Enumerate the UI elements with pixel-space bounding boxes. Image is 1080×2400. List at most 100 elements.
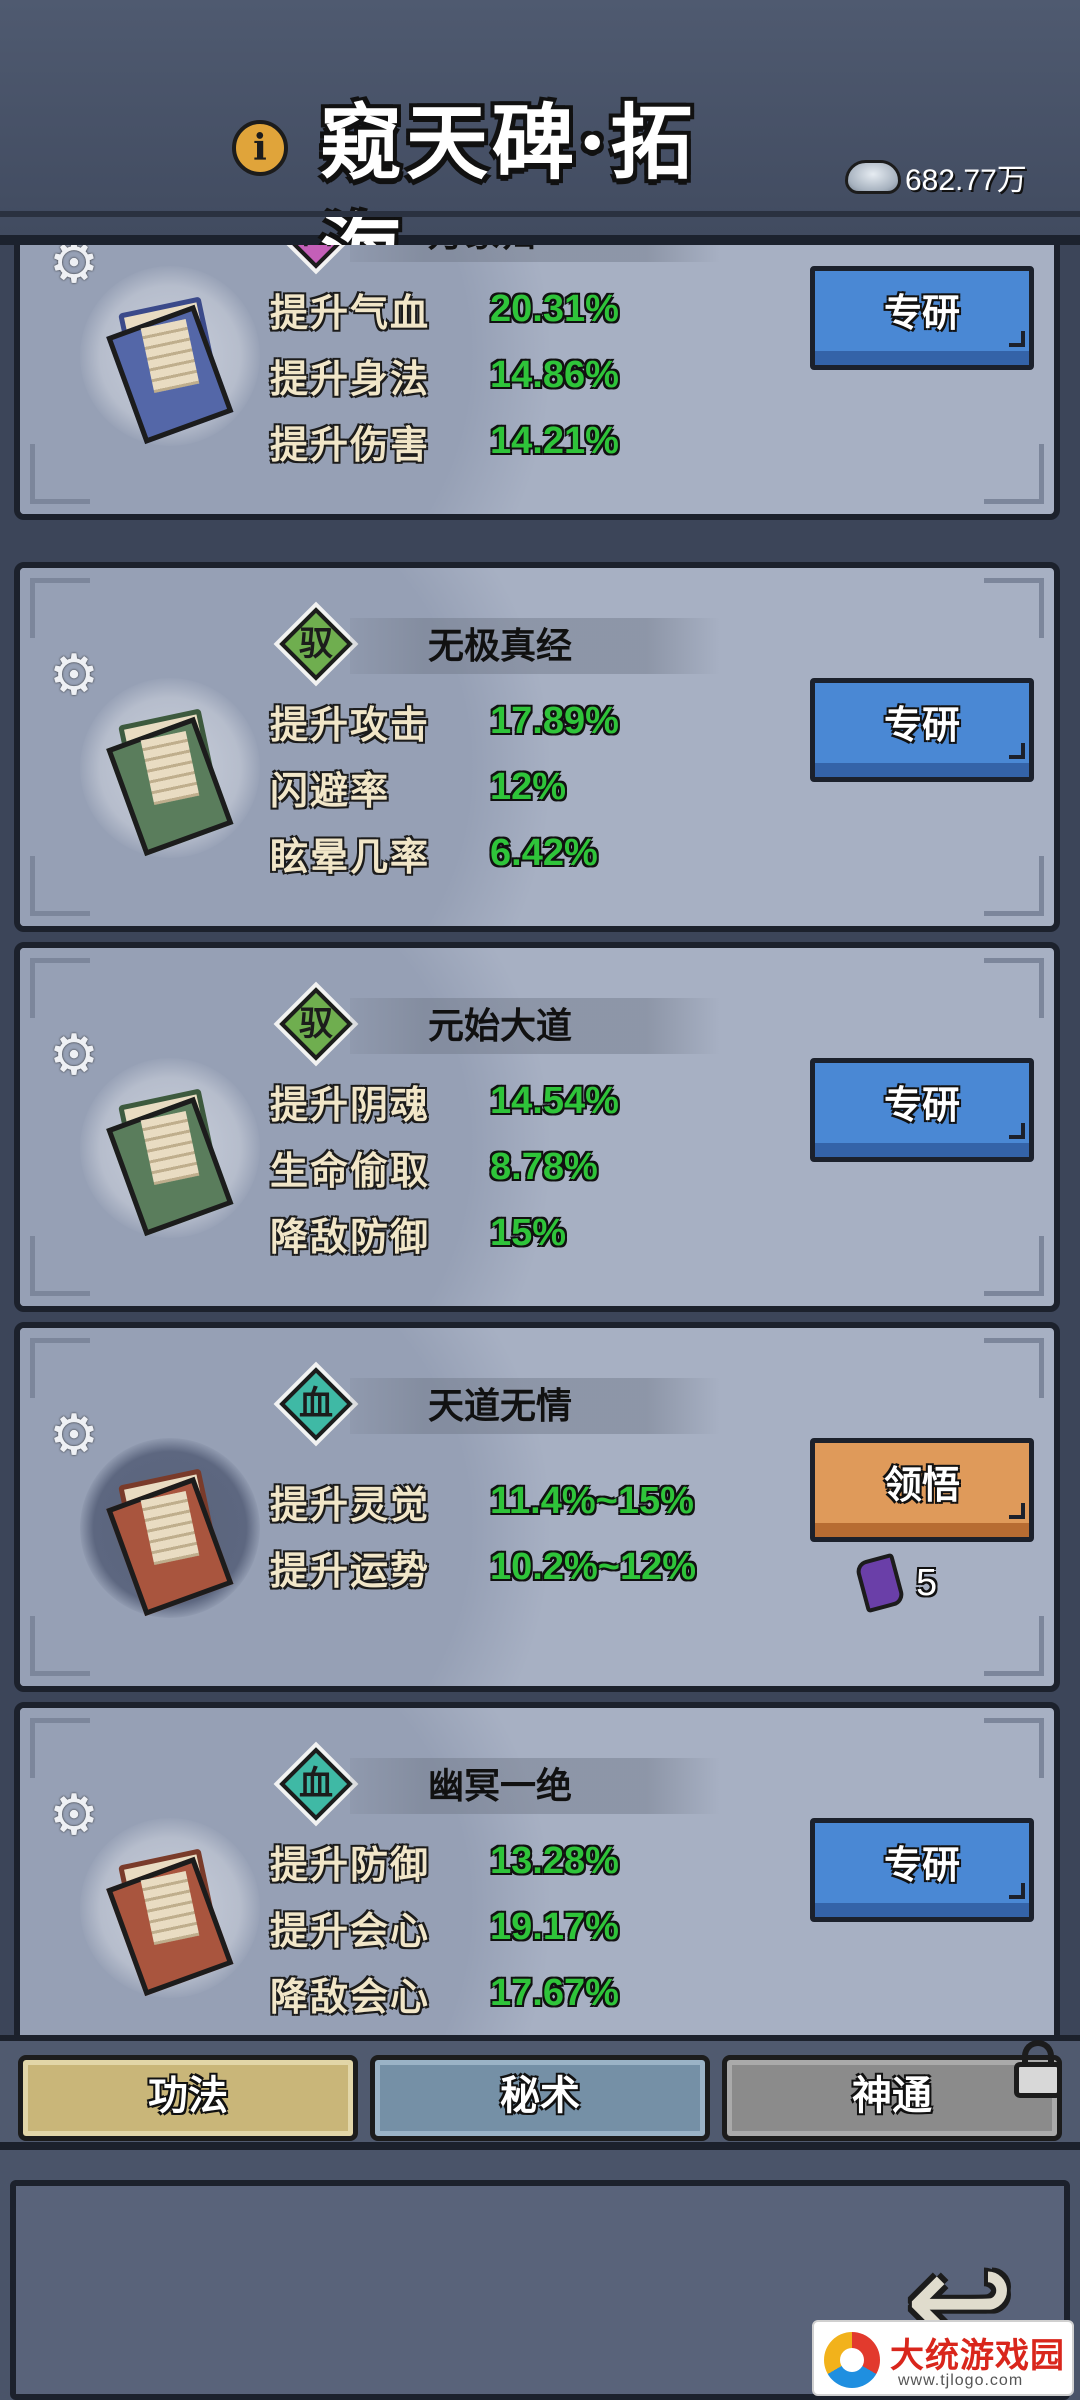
card-corner-ornament <box>984 856 1044 916</box>
research-button[interactable]: 专研 <box>810 1058 1034 1162</box>
technique-scroll-icon <box>80 678 260 858</box>
gear-icon[interactable]: ⚙ <box>46 1408 102 1464</box>
gear-icon[interactable]: ⚙ <box>46 1028 102 1084</box>
card-corner-ornament <box>30 1236 90 1296</box>
stat-value: 15% <box>490 1211 567 1254</box>
stat-list: 提升防御 13.28% 提升会心 19.17% 降敌会心 17.67% <box>270 1828 790 2026</box>
stat-label: 提升防御 <box>270 1841 431 1887</box>
stat-label: 生命偷取 <box>270 1147 431 1193</box>
stat-list: 提升阴魂 14.54% 生命偷取 8.78% 降敌防御 15% <box>270 1068 790 1266</box>
stat-list: 提升气血 20.31% 提升身法 14.86% 提升伤害 14.21% <box>270 276 790 474</box>
stat-label: 闪避率 <box>270 767 391 813</box>
card-corner-ornament <box>984 1616 1044 1676</box>
research-button[interactable]: 专研 <box>810 1818 1034 1922</box>
technique-name: 天道无情 <box>427 1385 572 1427</box>
stat-value: 12% <box>490 765 567 808</box>
stat-label: 提升伤害 <box>270 421 431 467</box>
technique-list[interactable]: ⚙ 仙 万象归一 提升气血 20.31% 提升身法 14.86% 提升伤害 14… <box>0 245 1080 2035</box>
stat-label: 提升运势 <box>270 1547 431 1593</box>
stat-row: 闪避率 12% <box>270 754 790 820</box>
stat-row: 提升气血 20.31% <box>270 276 790 342</box>
technique-card: ⚙ 仙 万象归一 提升气血 20.31% 提升身法 14.86% 提升伤害 14… <box>14 245 1060 520</box>
site-watermark: 大统游戏园 www.tjlogo.com <box>812 2320 1074 2396</box>
stat-label: 降敌会心 <box>270 1973 431 2019</box>
grade-badge: 血 <box>279 1747 353 1821</box>
card-corner-ornament <box>30 1616 90 1676</box>
stat-row: 降敌会心 17.67% <box>270 1960 790 2026</box>
research-button[interactable]: 专研 <box>810 678 1034 782</box>
stat-value: 13.28% <box>490 1839 619 1882</box>
tab-mishu[interactable]: 秘术 <box>370 2055 710 2141</box>
stat-row: 提升灵觉 11.4%~15% <box>270 1468 790 1534</box>
stat-row: 眩晕几率 6.42% <box>270 820 790 886</box>
comprehend-cost: 5 <box>853 1552 938 1614</box>
technique-name: 幽冥一绝 <box>427 1765 572 1807</box>
technique-scroll-icon <box>80 266 260 446</box>
card-corner-ornament <box>30 444 90 504</box>
card-corner-ornament <box>984 1718 1044 1778</box>
technique-name: 无极真经 <box>427 625 572 667</box>
stat-list: 提升灵觉 11.4%~15% 提升运势 10.2%~12% <box>270 1468 790 1600</box>
stat-label: 提升气血 <box>270 289 431 335</box>
stat-label: 眩晕几率 <box>270 833 431 879</box>
card-corner-ornament <box>984 958 1044 1018</box>
stat-row: 提升攻击 17.89% <box>270 688 790 754</box>
stat-label: 提升阴魂 <box>270 1081 431 1127</box>
technique-scroll-icon <box>80 1058 260 1238</box>
tab-shentong[interactable]: 神通 <box>722 2055 1062 2141</box>
stat-value: 14.86% <box>490 353 619 396</box>
stat-list: 提升攻击 17.89% 闪避率 12% 眩晕几率 6.42% <box>270 688 790 886</box>
gear-icon[interactable]: ⚙ <box>46 245 102 292</box>
technique-name: 元始大道 <box>427 1005 572 1047</box>
watermark-logo <box>824 2332 880 2388</box>
technique-scroll-icon <box>80 1818 260 1998</box>
card-corner-ornament <box>984 578 1044 638</box>
stat-value: 10.2%~12% <box>490 1545 696 1588</box>
technique-card: ⚙ 驭 元始大道 提升阴魂 14.54% 生命偷取 8.78% 降敌防御 15%… <box>14 942 1060 1312</box>
lock-icon <box>1012 2040 1064 2098</box>
gear-icon[interactable]: ⚙ <box>46 1788 102 1844</box>
stat-value: 8.78% <box>490 1145 598 1188</box>
comprehend-button[interactable]: 领悟 <box>810 1438 1034 1542</box>
stat-label: 降敌防御 <box>270 1213 431 1259</box>
grade-badge: 驭 <box>279 607 353 681</box>
grade-badge: 血 <box>279 1367 353 1441</box>
card-corner-ornament <box>30 1718 90 1778</box>
stat-row: 提升防御 13.28% <box>270 1828 790 1894</box>
header-bar: i 窥天碑·拓海 682.77万 <box>0 0 1080 301</box>
card-corner-ornament <box>984 1338 1044 1398</box>
stat-row: 提升会心 19.17% <box>270 1894 790 1960</box>
stat-value: 17.67% <box>490 1971 619 2014</box>
stat-row: 生命偷取 8.78% <box>270 1134 790 1200</box>
stat-label: 提升攻击 <box>270 701 431 747</box>
stat-label: 提升身法 <box>270 355 431 401</box>
card-corner-ornament <box>984 444 1044 504</box>
grade-badge: 仙 <box>279 245 353 269</box>
tab-gongfa[interactable]: 功法 <box>18 2055 358 2141</box>
stat-label: 提升会心 <box>270 1907 431 1953</box>
card-corner-ornament <box>984 1236 1044 1296</box>
card-corner-ornament <box>30 1338 90 1398</box>
technique-card: ⚙ 驭 无极真经 提升攻击 17.89% 闪避率 12% 眩晕几率 6.42% … <box>14 562 1060 932</box>
gear-icon[interactable]: ⚙ <box>46 648 102 704</box>
stat-value: 14.54% <box>490 1079 619 1122</box>
stat-value: 17.89% <box>490 699 619 742</box>
technique-name: 万象归一 <box>350 245 650 262</box>
cost-amount: 5 <box>916 1561 938 1604</box>
stat-value: 14.21% <box>490 419 619 462</box>
technique-scroll-icon <box>80 1438 260 1618</box>
card-corner-ornament <box>30 856 90 916</box>
info-icon[interactable]: i <box>232 120 288 176</box>
stat-row: 提升身法 14.86% <box>270 342 790 408</box>
watermark-name: 大统游戏园 <box>890 2336 1065 2376</box>
stat-value: 19.17% <box>490 1905 619 1948</box>
stat-value: 6.42% <box>490 831 598 874</box>
technique-card: ⚙ 血 幽冥一绝 提升防御 13.28% 提升会心 19.17% 降敌会心 17… <box>14 1702 1060 2035</box>
stat-label: 提升灵觉 <box>270 1481 431 1527</box>
stat-row: 降敌防御 15% <box>270 1200 790 1266</box>
card-corner-ornament <box>30 578 90 638</box>
research-button[interactable]: 专研 <box>810 266 1034 370</box>
grade-badge: 驭 <box>279 987 353 1061</box>
category-tabs: 功法 秘术 神通 <box>0 2035 1080 2150</box>
technique-card: ⚙ 血 天道无情 提升灵觉 11.4%~15% 提升运势 10.2%~12% 领… <box>14 1322 1060 1692</box>
